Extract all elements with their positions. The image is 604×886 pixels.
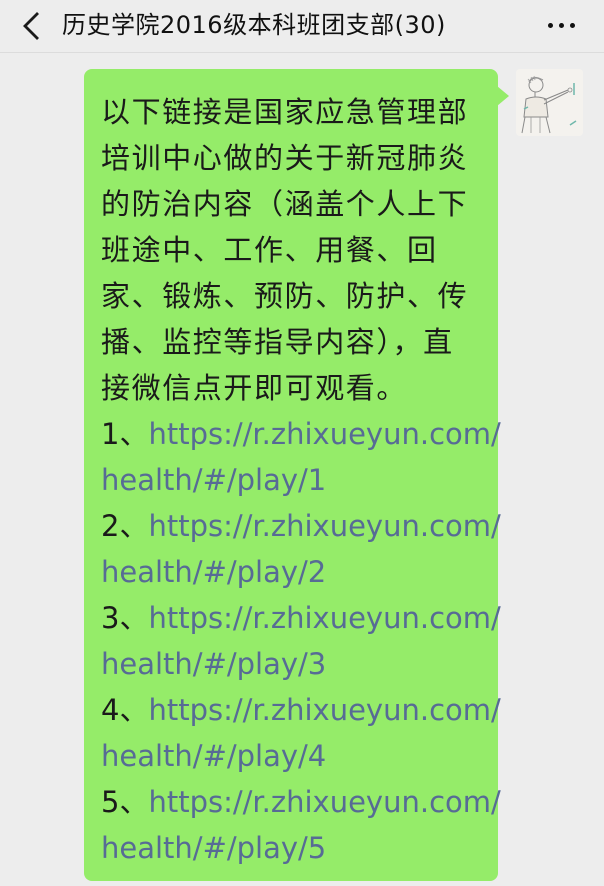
link-item-3: 3、https://r.zhixueyun.com/ <box>101 595 501 641</box>
link-url[interactable]: https://r.zhixueyun.com/ <box>148 693 500 727</box>
chevron-left-icon <box>23 12 39 40</box>
chat-header: 历史学院2016级本科班团支部(30) <box>0 0 604 53</box>
back-button[interactable] <box>14 8 50 44</box>
more-dots-icon <box>548 23 553 28</box>
link-url-continued[interactable]: health/#/play/3 <box>101 647 326 681</box>
message-bubble[interactable]: 以下链接是国家应急管理部培训中心做的关于新冠肺炎的防治内容（涵盖个人上下班途中、… <box>84 69 501 881</box>
link-url-continued[interactable]: health/#/play/4 <box>101 739 326 773</box>
link-number: 1、 <box>101 417 149 451</box>
link-url[interactable]: https://r.zhixueyun.com/ <box>148 509 500 543</box>
chat-title: 历史学院2016级本科班团支部(30) <box>62 11 446 39</box>
link-url[interactable]: https://r.zhixueyun.com/ <box>148 785 500 819</box>
link-number: 5、 <box>101 785 149 819</box>
link-item-1: 1、https://r.zhixueyun.com/ <box>101 411 501 457</box>
link-item-4: 4、https://r.zhixueyun.com/ <box>101 687 501 733</box>
link-url[interactable]: https://r.zhixueyun.com/ <box>148 601 500 635</box>
user-avatar-sketch-icon <box>516 69 583 136</box>
bubble-tail <box>497 86 509 106</box>
sender-avatar[interactable] <box>516 69 583 136</box>
link-url-continued[interactable]: health/#/play/1 <box>101 463 326 497</box>
link-number: 4、 <box>101 693 149 727</box>
link-item-2: 2、https://r.zhixueyun.com/ <box>101 503 501 549</box>
link-item-5: 5、https://r.zhixueyun.com/ <box>101 779 501 825</box>
link-url-continued[interactable]: health/#/play/2 <box>101 555 326 589</box>
more-button[interactable] <box>542 10 582 40</box>
link-number: 2、 <box>101 509 149 543</box>
message-intro-text: 以下链接是国家应急管理部培训中心做的关于新冠肺炎的防治内容（涵盖个人上下班途中、… <box>101 95 469 405</box>
link-number: 3、 <box>101 601 149 635</box>
link-url[interactable]: https://r.zhixueyun.com/ <box>148 417 500 451</box>
link-url-continued[interactable]: health/#/play/5 <box>101 831 326 865</box>
message-list[interactable]: 以下链接是国家应急管理部培训中心做的关于新冠肺炎的防治内容（涵盖个人上下班途中、… <box>0 53 604 886</box>
